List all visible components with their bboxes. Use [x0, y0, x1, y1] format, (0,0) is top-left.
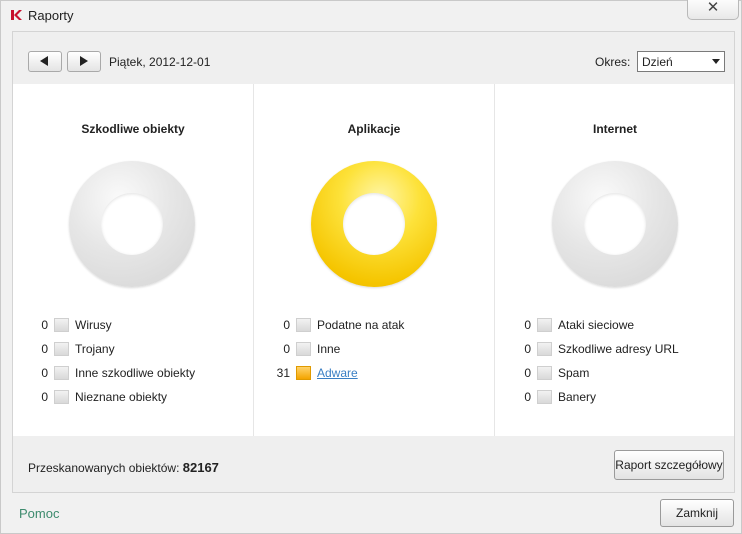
donut-hole	[101, 193, 163, 255]
period-label: Okres:	[595, 55, 631, 69]
legend-row: 0 Spam	[511, 365, 731, 381]
legend-swatch	[296, 342, 311, 356]
adware-link[interactable]: Adware	[317, 366, 358, 380]
period-selected-value: Dzień	[642, 55, 673, 69]
close-button[interactable]: Zamknij	[660, 499, 734, 527]
legend-count: 0	[524, 342, 531, 356]
legend-label: Nieznane obiekty	[75, 390, 168, 404]
legend-count: 0	[283, 318, 290, 332]
legend-swatch	[537, 318, 552, 332]
legend-label: Ataki sieciowe	[558, 318, 635, 332]
applications-donut-chart	[311, 161, 437, 287]
title-bar: Raporty ✕	[1, 0, 741, 29]
legend-row: 0 Wirusy	[28, 317, 248, 333]
report-panels: Szkodliwe obiekty 0 Wirusy 0 Trojany 0 I…	[13, 84, 734, 436]
malicious-objects-panel: Szkodliwe obiekty 0 Wirusy 0 Trojany 0 I…	[13, 84, 253, 436]
legend-swatch	[537, 366, 552, 380]
arrow-left-icon	[40, 56, 48, 66]
internet-donut-chart	[552, 161, 678, 287]
donut-hole	[584, 193, 646, 255]
legend-count: 0	[41, 342, 48, 356]
legend-count: 0	[283, 342, 290, 356]
arrow-right-icon	[80, 56, 88, 66]
internet-panel: Internet 0 Ataki sieciowe 0 Szkodliwe ad…	[494, 84, 735, 436]
donut-hole	[343, 193, 405, 255]
legend-swatch	[54, 342, 69, 356]
chevron-down-icon	[712, 59, 720, 64]
next-day-button[interactable]	[67, 51, 101, 72]
legend-swatch	[296, 318, 311, 332]
panel-title: Internet	[592, 122, 637, 136]
scanned-objects-label: Przeskanowanych obiektów:	[28, 461, 180, 475]
close-window-button[interactable]: ✕	[687, 0, 739, 20]
legend-row: 31 Adware	[270, 365, 490, 381]
legend-count: 0	[41, 318, 48, 332]
window-title: Raporty	[28, 8, 74, 23]
legend-count: 0	[524, 390, 531, 404]
report-date: Piątek, 2012-12-01	[109, 55, 211, 69]
legend-swatch	[537, 390, 552, 404]
legend-label: Inne	[317, 342, 341, 356]
legend-row: 0 Ataki sieciowe	[511, 317, 731, 333]
legend-count: 0	[41, 366, 48, 380]
legend-label: Trojany	[75, 342, 115, 356]
report-toolbar: Piątek, 2012-12-01 Okres: Dzień	[13, 32, 734, 84]
report-content: Piątek, 2012-12-01 Okres: Dzień Szkodliw…	[12, 31, 735, 493]
scanned-objects-count: 82167	[182, 460, 219, 475]
legend-swatch	[54, 390, 69, 404]
legend-label: Inne szkodliwe obiekty	[75, 366, 196, 380]
legend-count: 0	[524, 366, 531, 380]
panel-title: Aplikacje	[347, 122, 401, 136]
period-select[interactable]: Dzień	[637, 51, 725, 72]
legend-label: Spam	[558, 366, 590, 380]
legend-row: 0 Trojany	[28, 341, 248, 357]
legend-label: Podatne na atak	[317, 318, 405, 332]
close-icon: ✕	[706, 0, 720, 16]
panel-title: Szkodliwe obiekty	[81, 122, 185, 136]
legend-label: Wirusy	[75, 318, 112, 332]
previous-day-button[interactable]	[28, 51, 62, 72]
legend-row: 0 Inne	[270, 341, 490, 357]
legend-swatch	[537, 342, 552, 356]
detailed-report-button[interactable]: Raport szczegółowy	[614, 450, 724, 480]
legend-row: 0 Banery	[511, 389, 731, 405]
applications-panel: Aplikacje 0 Podatne na atak 0 Inne 31 Ad…	[253, 84, 494, 436]
legend-row: 0 Szkodliwe adresy URL	[511, 341, 731, 357]
legend-swatch	[54, 366, 69, 380]
scanned-objects-summary: Przeskanowanych obiektów: 82167	[28, 460, 219, 475]
legend-row: 0 Podatne na atak	[270, 317, 490, 333]
reports-window: Raporty ✕ Piątek, 2012-12-01 Okres: Dzie…	[0, 0, 742, 534]
report-footer: Przeskanowanych obiektów: 82167 Raport s…	[13, 436, 734, 492]
legend-label: Banery	[558, 390, 597, 404]
legend-count: 0	[524, 318, 531, 332]
kaspersky-logo-icon	[11, 10, 22, 20]
legend-swatch	[54, 318, 69, 332]
help-link[interactable]: Pomoc	[19, 506, 59, 521]
legend-count: 0	[41, 390, 48, 404]
legend-label: Szkodliwe adresy URL	[558, 342, 679, 356]
legend-row: 0 Nieznane obiekty	[28, 389, 248, 405]
legend-swatch	[296, 366, 311, 380]
legend-count: 31	[276, 366, 290, 380]
malicious-objects-donut-chart	[69, 161, 195, 287]
legend-row: 0 Inne szkodliwe obiekty	[28, 365, 248, 381]
